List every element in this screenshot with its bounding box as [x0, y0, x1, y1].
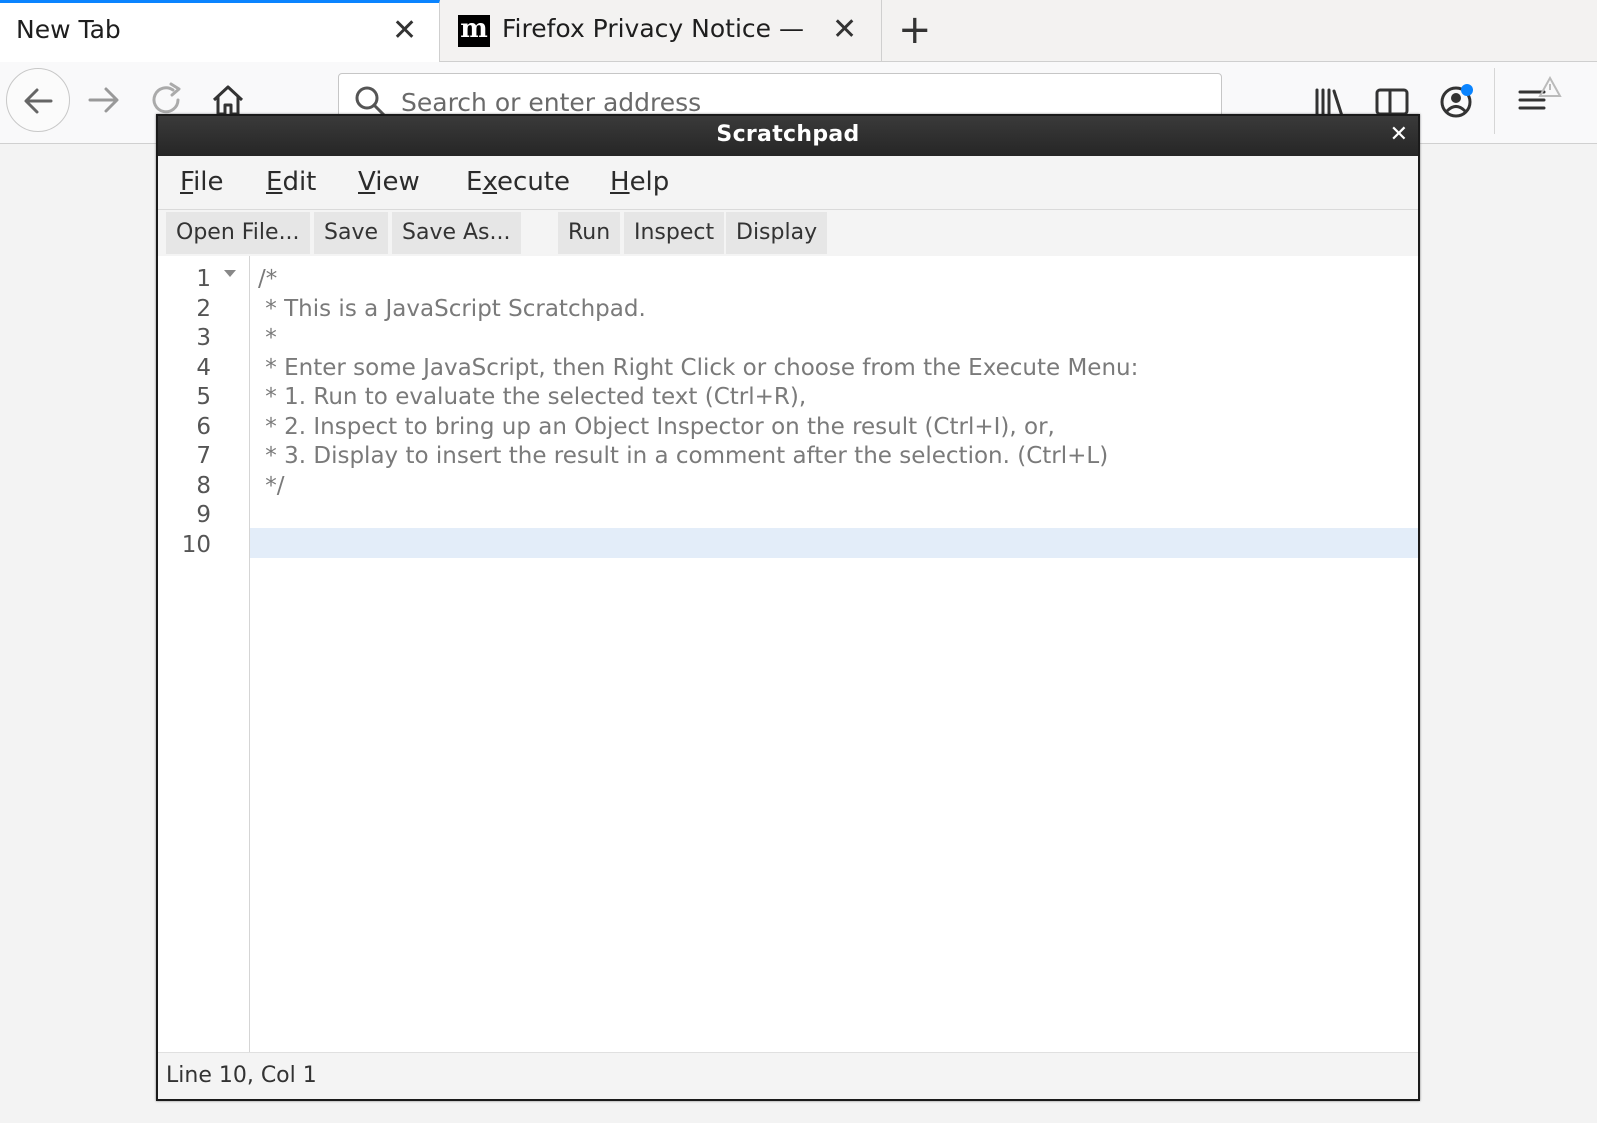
tab-new-tab[interactable]: New Tab ✕ — [0, 0, 440, 63]
code-line: * 2. Inspect to bring up an Object Inspe… — [258, 414, 1055, 440]
line-number: 8 — [196, 473, 211, 499]
status-bar: Line 10, Col 1 — [158, 1052, 1418, 1099]
run-button[interactable]: Run — [558, 212, 621, 254]
display-button[interactable]: Display — [726, 212, 828, 254]
close-icon[interactable]: ✕ — [832, 14, 857, 46]
save-button[interactable]: Save — [314, 212, 389, 254]
menu-execute[interactable]: Execute — [466, 167, 570, 197]
tab-privacy-notice[interactable]: m Firefox Privacy Notice — ✕ — [440, 0, 882, 62]
save-as-button[interactable]: Save As... — [392, 212, 521, 254]
code-area[interactable]: /* * This is a JavaScript Scratchpad. * … — [250, 256, 1418, 1052]
cursor-position: Line 10, Col 1 — [166, 1063, 317, 1088]
forward-arrow-icon — [88, 87, 119, 113]
line-number: 9 — [196, 502, 211, 528]
menu-file[interactable]: File — [180, 167, 224, 197]
menu-edit[interactable]: Edit — [266, 167, 316, 197]
code-line: */ — [258, 473, 285, 499]
tab-label: New Tab — [16, 15, 121, 44]
back-button[interactable] — [6, 68, 70, 132]
code-line: /* — [258, 266, 278, 292]
line-number: 1 — [196, 266, 211, 292]
line-number: 2 — [196, 296, 211, 322]
tab-label: Firefox Privacy Notice — — [502, 14, 804, 43]
code-line: * Enter some JavaScript, then Right Clic… — [258, 355, 1139, 381]
fold-toggle[interactable] — [224, 270, 236, 277]
active-line-highlight — [250, 528, 1418, 558]
open-file-button[interactable]: Open File... — [166, 212, 310, 254]
line-number: 5 — [196, 384, 211, 410]
inspect-button[interactable]: Inspect — [624, 212, 725, 254]
line-number: 3 — [196, 325, 211, 351]
line-number: 6 — [196, 414, 211, 440]
back-arrow-icon — [24, 88, 53, 114]
line-number-gutter: 1 2 3 4 5 6 7 8 9 10 — [158, 256, 250, 1052]
account-button[interactable] — [1436, 80, 1480, 128]
scratchpad-toolbar: Open File... Save Save As... Run Inspect… — [158, 210, 1418, 256]
close-icon[interactable]: ✕ — [1390, 122, 1408, 147]
account-icon — [1440, 84, 1473, 118]
site-favicon: m — [458, 15, 490, 47]
menu-icon — [1518, 75, 1562, 110]
toolbar-separator — [1494, 68, 1495, 134]
tab-strip: New Tab ✕ m Firefox Privacy Notice — ✕ + — [0, 0, 1597, 63]
line-number: 7 — [196, 443, 211, 469]
menu-button[interactable] — [1512, 75, 1562, 128]
code-line: * This is a JavaScript Scratchpad. — [258, 296, 646, 322]
line-number: 10 — [181, 532, 211, 558]
window-titlebar[interactable]: Scratchpad ✕ — [158, 116, 1418, 156]
window-title: Scratchpad — [716, 122, 860, 147]
forward-button[interactable] — [82, 76, 126, 128]
close-icon[interactable]: ✕ — [392, 15, 417, 47]
code-line: * 1. Run to evaluate the selected text (… — [258, 384, 807, 410]
line-number: 4 — [196, 355, 211, 381]
menu-help[interactable]: Help — [610, 167, 669, 197]
code-line: * — [258, 325, 277, 351]
code-line: * 3. Display to insert the result in a c… — [258, 443, 1109, 469]
menu-bar: File Edit View Execute Help — [158, 156, 1418, 210]
menu-view[interactable]: View — [358, 167, 420, 197]
address-input[interactable] — [401, 88, 1181, 117]
search-icon — [355, 86, 386, 117]
plus-icon[interactable]: + — [898, 8, 932, 52]
code-editor[interactable]: 1 2 3 4 5 6 7 8 9 10 /* * This is a Java… — [158, 256, 1418, 1052]
scratchpad-window: Scratchpad ✕ File Edit View Execute Help… — [156, 114, 1420, 1101]
